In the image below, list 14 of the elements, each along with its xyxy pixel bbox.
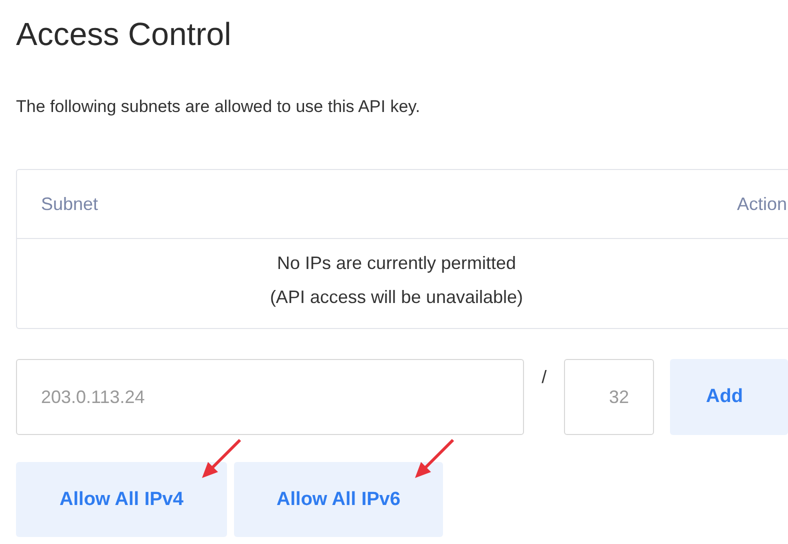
empty-message: (API access will be unavailable) [270, 287, 524, 308]
empty-message: No IPs are currently permitted [276, 253, 516, 274]
slash-separator: / [540, 366, 548, 388]
pointer-arrow [200, 436, 244, 480]
subnet-input[interactable]: 203.0.113.24 [16, 359, 524, 435]
pointer-arrow [413, 436, 457, 480]
allow-button[interactable]: Allow All IPv6 [234, 462, 443, 537]
prefix-input[interactable]: 32 [564, 359, 654, 435]
add-button[interactable]: Add [670, 359, 788, 435]
page-title: Access Control [16, 15, 232, 54]
column-header: Subnet [41, 194, 98, 214]
description-text: The following subnets are allowed to use this API key. [16, 97, 422, 117]
allow-button[interactable]: Allow All IPv4 [16, 462, 227, 537]
column-header: Action [736, 194, 787, 214]
